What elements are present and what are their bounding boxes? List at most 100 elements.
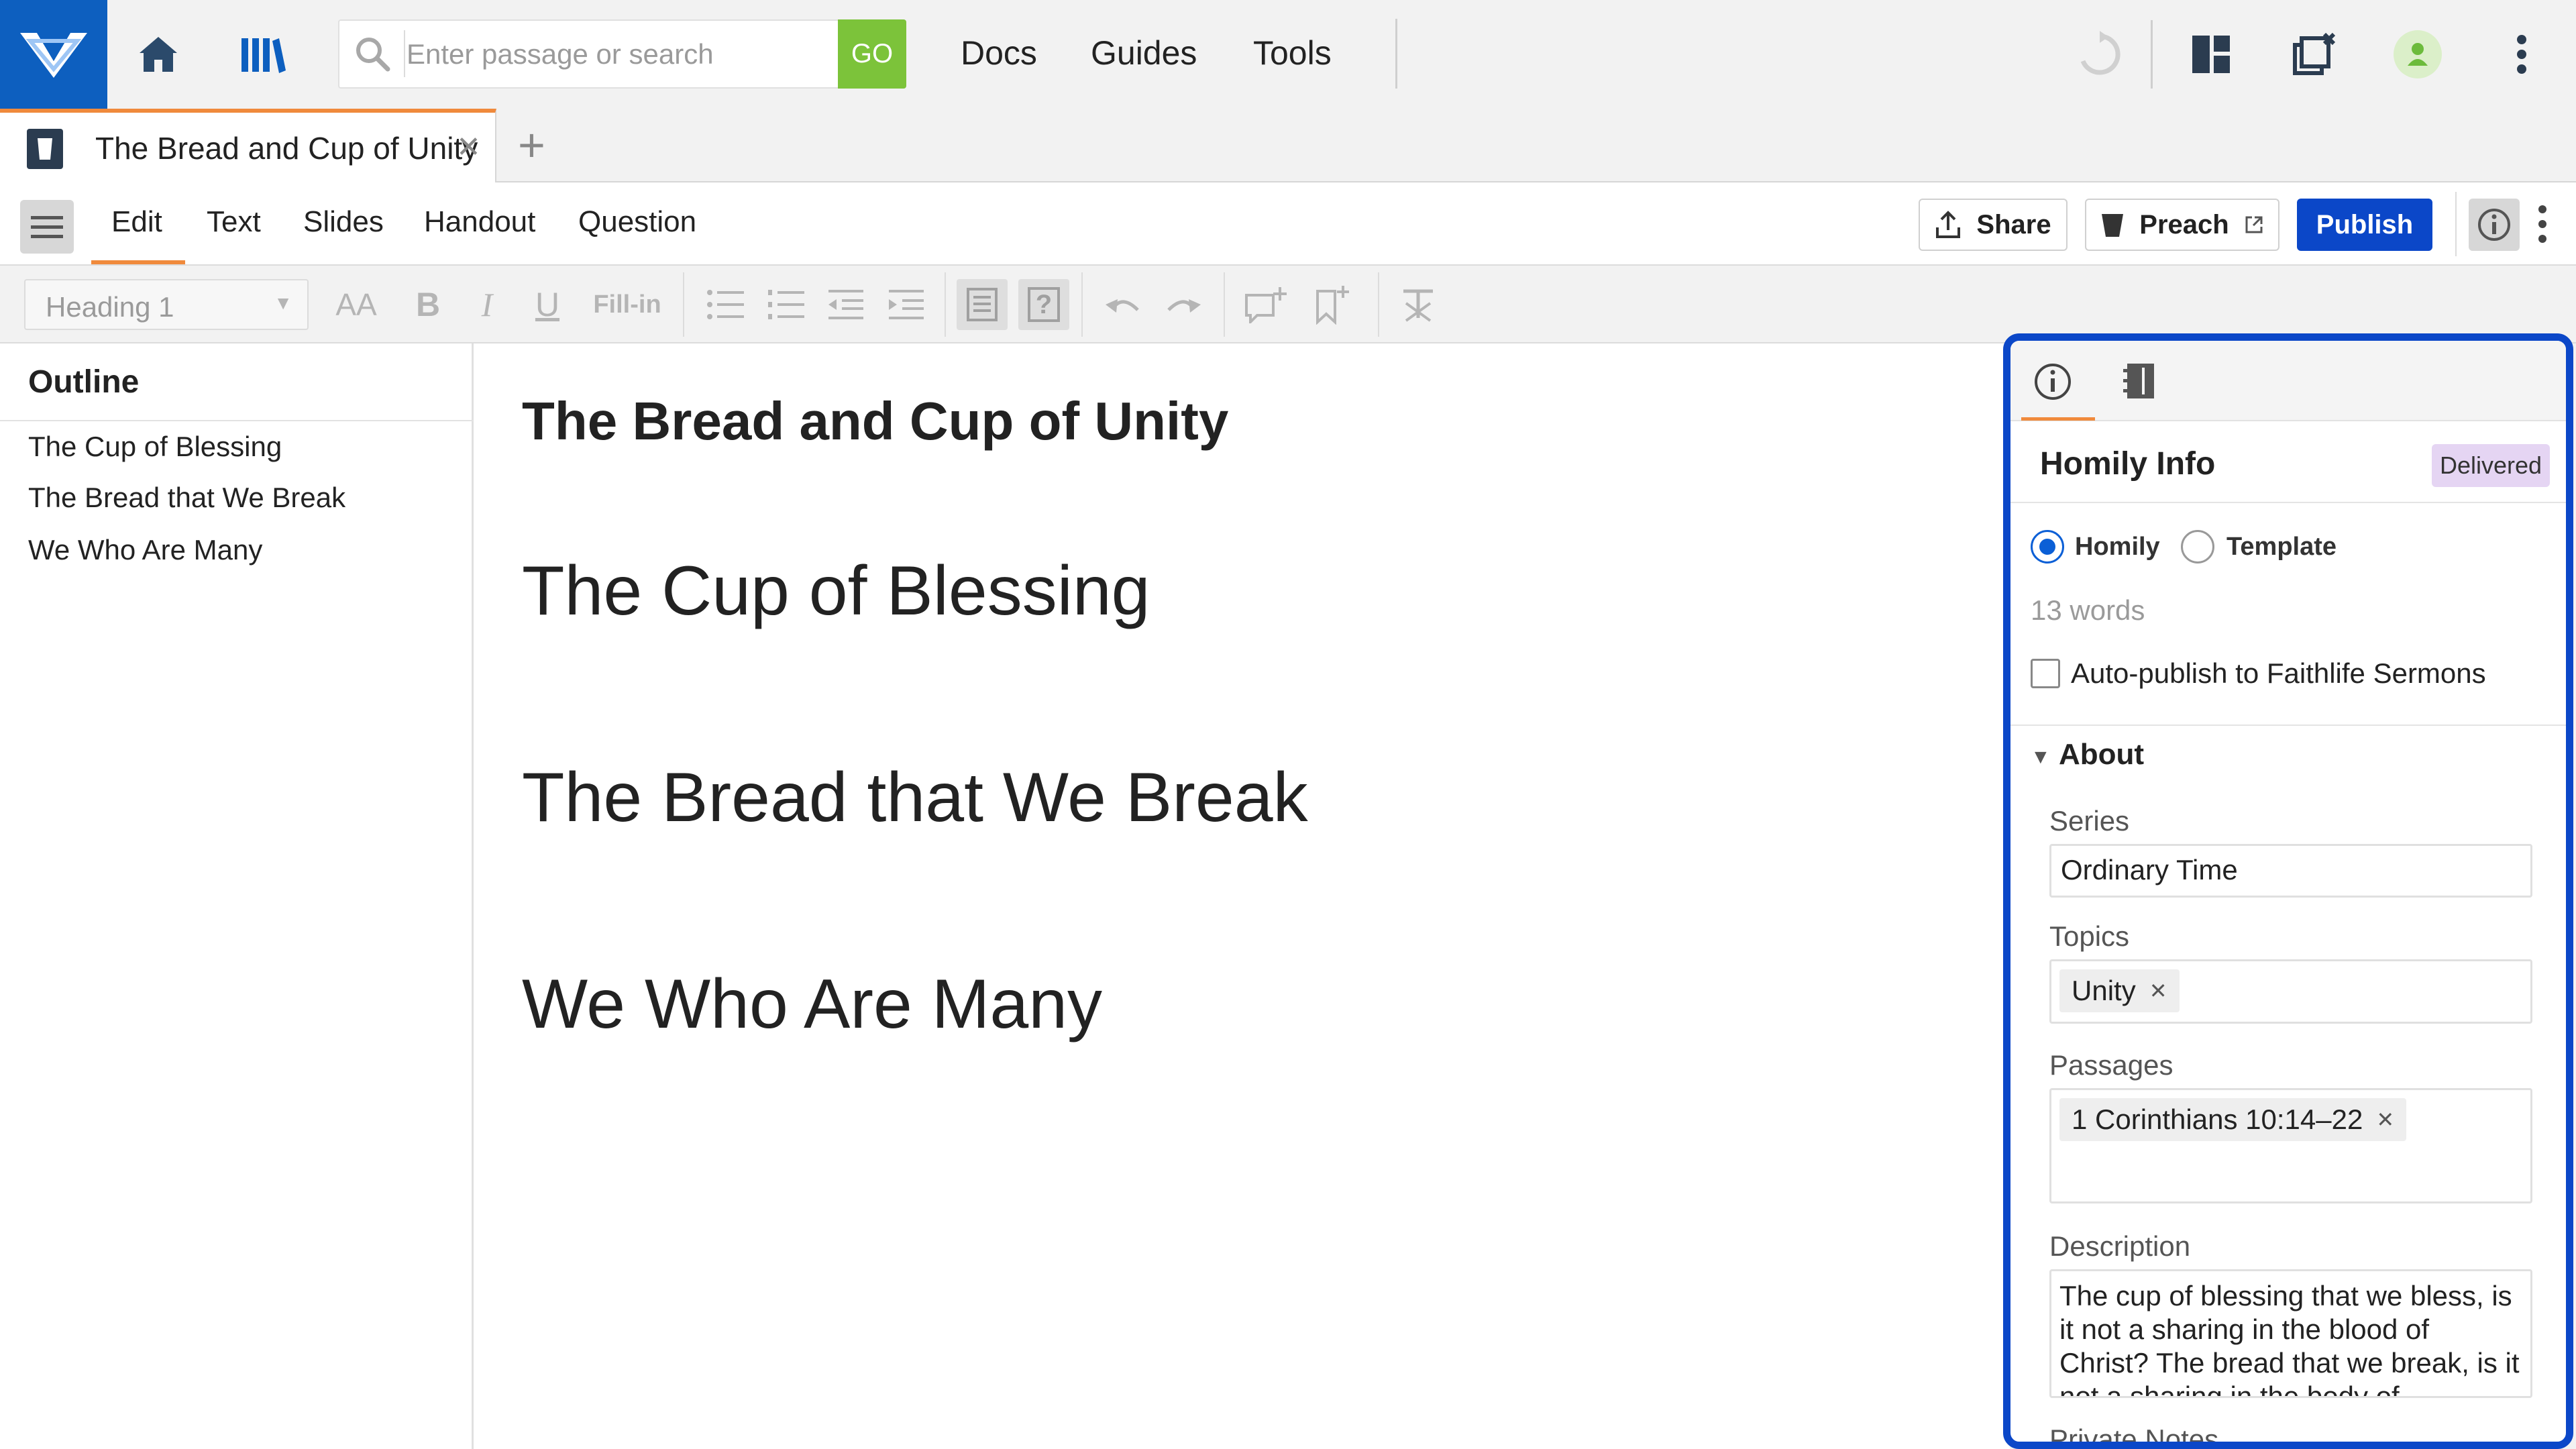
numbered-list-icon[interactable]: [762, 266, 809, 343]
passage-chip-label: 1 Corinthians 10:14–22: [2072, 1104, 2363, 1135]
outline-item-we-who-are-many[interactable]: We Who Are Many: [28, 534, 262, 566]
tab-active-document[interactable]: The Bread and Cup of Unity ✕: [0, 109, 496, 182]
heading-style-value: Heading 1: [46, 291, 174, 323]
indent-icon[interactable]: [883, 266, 930, 343]
format-toolbar: Heading 1 ▼ AA B I U Fill-in ?: [0, 266, 2576, 343]
search-box: GO: [338, 19, 906, 89]
topics-label: Topics: [2049, 920, 2130, 952]
passages-field[interactable]: 1 Corinthians 10:14–22 ✕: [2049, 1088, 2532, 1203]
user-icon[interactable]: [2391, 0, 2445, 109]
document-title[interactable]: The Bread and Cup of Unity: [522, 390, 1228, 452]
panel-title: Homily Info: [2040, 446, 2216, 482]
share-button[interactable]: Share: [1919, 199, 2068, 251]
italic-icon[interactable]: I: [467, 266, 507, 343]
toolbar-more-icon[interactable]: [2536, 204, 2549, 244]
editor-toolbar: Edit Text Slides Handout Question Share …: [0, 182, 2576, 266]
tab-slides[interactable]: Slides: [303, 205, 384, 239]
app-logo-icon[interactable]: [0, 0, 107, 109]
document-tab-bar: The Bread and Cup of Unity ✕ +: [0, 109, 2576, 182]
bold-icon[interactable]: B: [408, 266, 448, 343]
clear-formatting-icon[interactable]: [1393, 266, 1444, 343]
format-divider: [945, 272, 946, 337]
series-label: Series: [2049, 805, 2130, 837]
hamburger-icon[interactable]: [20, 200, 74, 254]
font-size-icon[interactable]: AA: [326, 266, 386, 343]
more-vertical-icon[interactable]: [2498, 0, 2545, 109]
info-toggle-button[interactable]: [2469, 199, 2520, 251]
toolbar-divider: [2151, 20, 2153, 89]
panel-divider: [2010, 502, 2566, 503]
nav-docs[interactable]: Docs: [961, 34, 1037, 72]
tab-handout[interactable]: Handout: [424, 205, 535, 239]
preach-button[interactable]: Preach: [2085, 199, 2279, 251]
heading-style-select[interactable]: Heading 1 ▼: [24, 279, 309, 330]
autopublish-label[interactable]: Auto-publish to Faithlife Sermons: [2071, 657, 2486, 690]
publish-button[interactable]: Publish: [2297, 199, 2432, 251]
external-link-icon: [2245, 216, 2263, 233]
share-icon: [1936, 211, 1961, 238]
top-bar: GO Docs Guides Tools: [0, 0, 2576, 109]
remove-passage-icon[interactable]: ✕: [2376, 1107, 2394, 1132]
search-divider: [404, 30, 405, 77]
undo-icon[interactable]: [1097, 266, 1148, 343]
preach-label: Preach: [2139, 209, 2229, 239]
sync-icon[interactable]: [2073, 0, 2127, 109]
add-comment-icon[interactable]: [1238, 266, 1292, 343]
outline-item-cup-of-blessing[interactable]: The Cup of Blessing: [28, 431, 282, 463]
about-section-header[interactable]: About: [2059, 738, 2144, 771]
format-divider: [1081, 272, 1083, 337]
close-windows-icon[interactable]: [2288, 0, 2341, 109]
outdent-icon[interactable]: [822, 266, 869, 343]
outline-item-bread-we-break[interactable]: The Bread that We Break: [28, 482, 345, 514]
heading-bread-we-break[interactable]: The Bread that We Break: [522, 758, 1308, 838]
radio-homily[interactable]: [2031, 530, 2064, 564]
info-icon: [2478, 209, 2510, 241]
topics-field[interactable]: Unity ✕: [2049, 959, 2532, 1024]
panel-tab-bar: [2010, 341, 2566, 421]
notebook-icon[interactable]: [2121, 361, 2158, 401]
tab-title: The Bread and Cup of Unity: [95, 131, 478, 166]
paragraph-block-icon[interactable]: [957, 279, 1008, 330]
underline-icon[interactable]: U: [527, 266, 568, 343]
nav-divider: [1395, 19, 1397, 89]
go-button[interactable]: GO: [838, 19, 906, 89]
tab-edit[interactable]: Edit: [111, 205, 162, 239]
nav-tools[interactable]: Tools: [1253, 34, 1332, 72]
tab-question[interactable]: Question: [578, 205, 696, 239]
home-icon[interactable]: [131, 0, 185, 109]
series-value: Ordinary Time: [2061, 854, 2238, 885]
bullet-list-icon[interactable]: [702, 266, 749, 343]
radio-template-label[interactable]: Template: [2226, 533, 2337, 561]
remove-topic-icon[interactable]: ✕: [2149, 978, 2167, 1004]
document-editor[interactable]: The Bread and Cup of Unity The Cup of Bl…: [474, 343, 2010, 1449]
private-notes-label: Private Notes: [2049, 1424, 2219, 1449]
radio-template[interactable]: [2181, 530, 2214, 564]
panel-divider: [2010, 724, 2566, 726]
fillin-button[interactable]: Fill-in: [590, 266, 664, 343]
format-divider: [1224, 272, 1225, 337]
nav-guides[interactable]: Guides: [1091, 34, 1197, 72]
toolbar-divider-right: [2455, 192, 2457, 256]
tab-close-icon[interactable]: ✕: [456, 130, 481, 164]
heading-cup-of-blessing[interactable]: The Cup of Blessing: [522, 551, 1150, 631]
layout-icon[interactable]: [2184, 0, 2238, 109]
search-input[interactable]: [407, 21, 836, 87]
caret-down-icon[interactable]: ▼: [2031, 746, 2051, 769]
library-icon[interactable]: [236, 0, 290, 109]
share-label: Share: [1976, 209, 2051, 239]
autopublish-checkbox[interactable]: [2031, 659, 2060, 688]
radio-homily-label[interactable]: Homily: [2075, 533, 2160, 561]
question-block-icon[interactable]: ?: [1018, 279, 1069, 330]
pulpit-icon: [2102, 214, 2124, 237]
description-field[interactable]: The cup of blessing that we bless, is it…: [2049, 1269, 2532, 1398]
description-text: The cup of blessing that we bless, is it…: [2059, 1280, 2520, 1398]
add-tab-button[interactable]: +: [518, 118, 545, 172]
redo-icon[interactable]: [1158, 266, 1209, 343]
passage-chip: 1 Corinthians 10:14–22 ✕: [2059, 1098, 2407, 1141]
add-bookmark-icon[interactable]: [1305, 266, 1359, 343]
series-field[interactable]: Ordinary Time: [2049, 844, 2532, 898]
active-tab-indicator: [91, 260, 185, 264]
heading-we-who-are-many[interactable]: We Who Are Many: [522, 965, 1102, 1044]
info-icon[interactable]: [2033, 362, 2072, 401]
tab-text[interactable]: Text: [207, 205, 261, 239]
